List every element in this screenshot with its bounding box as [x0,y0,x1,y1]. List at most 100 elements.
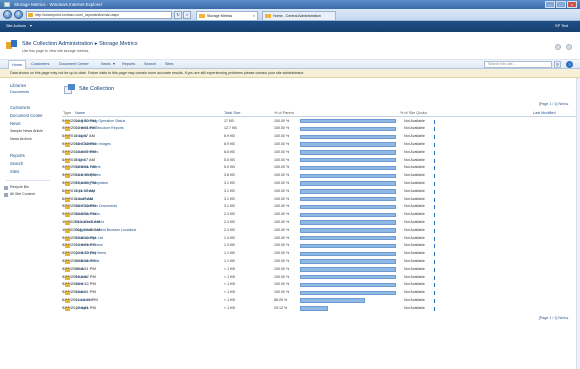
address-bar[interactable]: http://sharepoint.contoso.com/_layouts/s… [26,11,172,19]
row-name-link[interactable]: Documents [75,196,93,204]
topnav-item-home[interactable]: Home [8,60,27,69]
column-header-percent-parent: % of Parent [274,111,294,115]
row-total-size: 6.9 KB [224,134,235,139]
search-button[interactable]: ⚲ [554,61,561,68]
nav-documents[interactable]: Documents [10,90,29,94]
percent-bar-fill [300,134,396,140]
tags-notes-icon[interactable] [566,44,572,50]
column-header-last-modified[interactable]: Last Modified [533,109,556,117]
row-name-link[interactable]: Reports [75,274,88,282]
nav-news-archive[interactable]: News Archive [10,137,32,141]
row-name-link[interactable]: Suggested Content Browser Locations [75,227,136,235]
row-name-link[interactable]: News [75,266,84,274]
search-input[interactable]: Search this site... [484,61,552,68]
nav-document-center[interactable]: Document Center [10,113,43,118]
quota-marker [434,150,435,155]
row-total-size: 2.3 KB [224,227,235,232]
row-name-link[interactable]: Relationships List [75,235,103,243]
row-total-size: 1.3 KB [224,243,235,248]
topnav-item-reports[interactable]: Reports [122,60,135,69]
row-name-link[interactable]: Pages [75,157,85,165]
percent-bar [300,150,396,155]
topnav-item-document-center[interactable]: Document Center [59,60,89,69]
page-title: Site Collection Administration ▸ Storage… [22,41,138,47]
row-name-link[interactable]: Customers [75,297,92,305]
table-row: Reports < 1 KB 100.00 % Not Available 9/30/2… [62,274,577,282]
close-tab-icon[interactable]: × [253,12,255,20]
row-total-size: 3.1 KB [224,204,235,209]
row-site-quota: Not Available [404,227,425,232]
row-name-link[interactable]: Variation Labels [75,164,101,172]
nav-sites[interactable]: Sites [10,169,19,174]
stop-button[interactable]: × [183,11,191,19]
breadcrumb-site[interactable]: Site Collection Administration [22,41,93,47]
quota-marker [434,275,435,280]
row-name-link[interactable]: Search [75,289,86,297]
percent-bar-fill [300,259,396,264]
minimize-button[interactable]: – [545,1,555,8]
quota-marker [434,119,435,124]
nav-reports[interactable]: Reports [10,153,25,158]
row-name-link[interactable]: Sites [75,281,83,289]
row-name-link[interactable]: Images [75,133,87,141]
nav-sample-news-article[interactable]: Sample News Article [10,129,43,133]
table-row: Reporting Templates 3.1 KB 100.00 % Not Ava… [62,180,577,188]
row-name-link[interactable]: Long Running Operation Status [75,118,125,126]
quota-marker [434,283,435,288]
nav-recycle-bin[interactable]: Recycle Bin [10,185,29,189]
row-site-quota: Not Available [404,212,425,217]
nav-customers[interactable]: Customers [10,105,30,110]
browser-tab-central-admin[interactable]: Home - Central Administration [262,11,336,20]
quota-marker [434,158,435,163]
row-name-link[interactable]: Site Collection Images [75,141,111,149]
help-icon[interactable]: ? [566,61,573,68]
browser-tab-storage-metrics[interactable]: Storage Metrics × [196,11,258,20]
nav-all-site-content[interactable]: All Site Content [10,192,35,196]
vertical-scrollbar[interactable] [576,78,580,369]
row-name-link[interactable]: _images [75,305,89,313]
row-name-link[interactable]: Site Collection Documents [75,203,117,211]
folder-icon [65,213,70,218]
refresh-button[interactable]: ↻ [174,11,182,19]
forward-button[interactable]: › [14,10,23,19]
column-header-total-size[interactable]: Total Size [224,109,240,117]
table-row: Long Running Operation Status 17 KB 100.00… [62,118,577,126]
pager-top[interactable]: [Page 1 / 1] Next ▸ [539,102,569,106]
row-name-link[interactable]: Content and Structure Reports [75,125,124,133]
site-actions-menu[interactable]: Site Actions [6,24,26,28]
column-header-name[interactable]: Name [75,109,85,117]
topnav-item-search[interactable]: Search [144,60,156,69]
row-name-link[interactable]: Quick Deploy Items [75,250,106,258]
maximize-button[interactable]: □ [556,1,566,8]
nav-news[interactable]: News [10,121,20,126]
topnav-item-news[interactable]: News [101,60,111,69]
row-name-link[interactable]: Style Library [75,188,95,196]
row-name-link[interactable]: Converted Forms [75,242,103,250]
folder-icon [65,259,70,264]
folder-icon [65,181,70,186]
i-like-it-icon[interactable] [555,44,561,50]
row-name-link[interactable]: Workflow Tasks [75,211,100,219]
topnav-item-sites[interactable]: Sites [165,60,173,69]
percent-bar-fill [300,181,396,186]
quota-marker [434,298,435,303]
sharepoint-top-bar: Site Actions ▾ SP Test [0,21,580,32]
row-name-link[interactable]: Form Templates [75,172,101,180]
nav-search[interactable]: Search [10,161,23,166]
topnav-item-customers[interactable]: Customers [31,60,49,69]
row-percent-parent: 100.00 % [274,126,290,131]
row-name-link[interactable]: Notification List [75,258,99,266]
user-menu[interactable]: SP Test [555,21,568,32]
nav-libraries[interactable]: Libraries [10,83,26,88]
back-button[interactable]: ‹ [3,10,12,19]
row-site-quota: Not Available [404,258,425,263]
row-name-link[interactable]: Reusable Content [75,219,104,227]
row-total-size: 3.8 KB [224,173,235,178]
row-site-quota: Not Available [404,180,425,185]
close-window-button[interactable]: × [567,1,577,8]
percent-bar-fill [300,267,396,272]
pager-bottom[interactable]: [Page 1 / 1] Next ▸ [539,316,569,320]
percent-bar [300,282,396,288]
row-name-link[interactable]: Cache Profiles [75,149,98,157]
row-name-link[interactable]: Reporting Templates [75,180,108,188]
